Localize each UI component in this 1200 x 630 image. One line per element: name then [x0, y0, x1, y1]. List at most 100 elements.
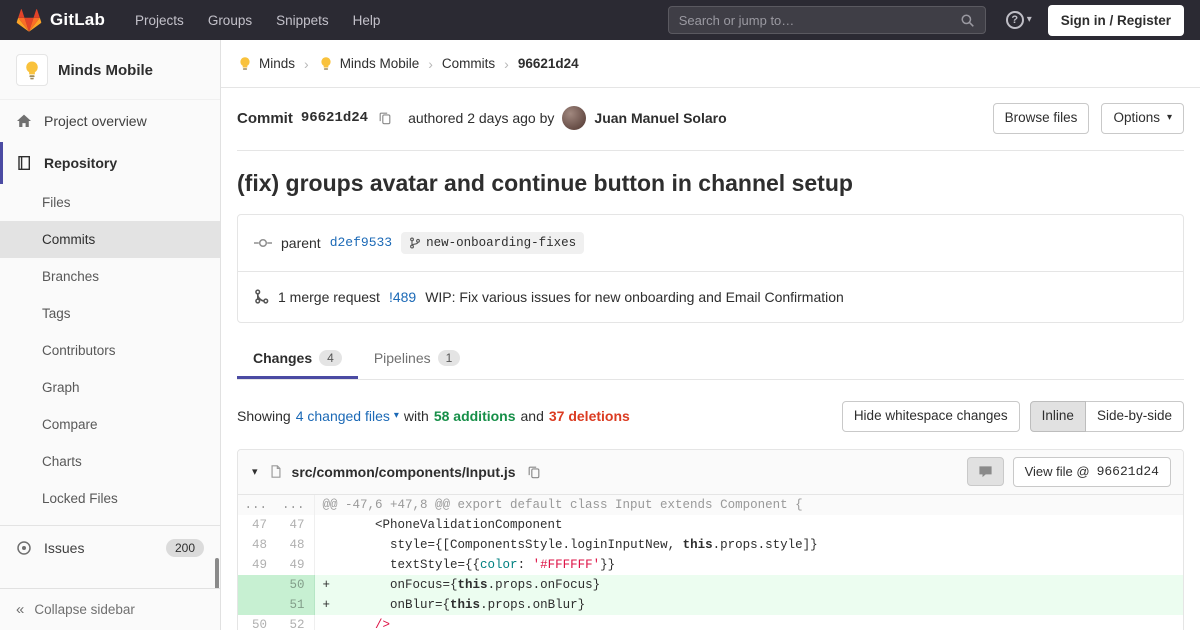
search-box[interactable] — [668, 6, 986, 34]
group-avatar-icon — [237, 56, 253, 72]
tab-pipelines-label: Pipelines — [374, 350, 431, 366]
comment-icon — [978, 464, 993, 479]
diff-file-path[interactable]: src/common/components/Input.js — [292, 464, 516, 480]
nav-projects[interactable]: Projects — [123, 7, 196, 34]
code-segment: textStyle={{ — [330, 558, 480, 572]
code-segment: color — [480, 558, 518, 572]
code-segment: onFocus={ — [330, 578, 458, 592]
tab-pipelines[interactable]: Pipelines 1 — [358, 337, 477, 379]
collapse-sidebar-button[interactable]: « Collapse sidebar — [0, 588, 220, 630]
code-segment: this — [683, 538, 713, 552]
project-avatar — [16, 54, 48, 86]
new-line-number[interactable]: 49 — [276, 555, 314, 575]
mr-title: WIP: Fix various issues for new onboardi… — [425, 289, 844, 305]
changed-files-dropdown[interactable]: 4 changed files ▾ — [296, 408, 399, 424]
view-mode-group: Inline Side-by-side — [1030, 401, 1184, 432]
merge-request-row: 1 merge request !489 WIP: Fix various is… — [238, 271, 1183, 322]
gitlab-logo[interactable]: GitLab — [16, 8, 105, 33]
new-line-number[interactable]: 48 — [276, 535, 314, 555]
options-label: Options — [1113, 111, 1160, 126]
sidebar-item-label: Project overview — [44, 113, 147, 129]
copy-file-path-button[interactable] — [525, 463, 543, 481]
sidebar-item-label: Repository — [44, 155, 117, 171]
additions-count: 58 additions — [434, 408, 516, 424]
diff-view-controls: Hide whitespace changes Inline Side-by-s… — [842, 401, 1184, 432]
authored-text: authored 2 days ago by — [408, 110, 554, 126]
sidebar-item-issues[interactable]: Issues 200 — [0, 526, 220, 570]
sidebar-project-link[interactable]: Minds Mobile — [0, 40, 220, 100]
new-line-number[interactable]: 52 — [276, 615, 314, 630]
old-line-number[interactable] — [238, 575, 276, 595]
sidebar-item-contributors[interactable]: Contributors — [0, 332, 220, 369]
old-line-number[interactable]: 49 — [238, 555, 276, 575]
code-segment: /> — [375, 618, 390, 630]
branch-ref-badge[interactable]: new-onboarding-fixes — [401, 232, 584, 254]
navbar-links: Projects Groups Snippets Help — [123, 7, 392, 34]
author-name[interactable]: Juan Manuel Solaro — [594, 110, 726, 126]
with-text: with — [404, 408, 429, 424]
sidebar-item-compare[interactable]: Compare — [0, 406, 220, 443]
view-file-sha: 96621d24 — [1097, 465, 1159, 479]
merge-request-icon — [254, 289, 269, 304]
old-line-number[interactable] — [238, 595, 276, 615]
old-line-number[interactable]: 48 — [238, 535, 276, 555]
search-icon[interactable] — [960, 13, 975, 28]
author-avatar — [562, 106, 586, 130]
copy-sha-button[interactable] — [376, 109, 394, 127]
new-line-number[interactable]: 51 — [276, 595, 314, 615]
sidebar-item-graph[interactable]: Graph — [0, 369, 220, 406]
side-by-side-view-button[interactable]: Side-by-side — [1086, 401, 1184, 432]
nav-snippets[interactable]: Snippets — [264, 7, 341, 34]
breadcrumb-group[interactable]: Minds — [237, 56, 295, 72]
toggle-comments-button[interactable] — [967, 457, 1004, 486]
old-line-number[interactable]: 50 — [238, 615, 276, 630]
diff-sign: + — [323, 598, 331, 612]
commit-meta-box: parent d2ef9533 new-onboarding-fixes — [237, 214, 1184, 323]
diff-code-line: style={[ComponentsStyle.loginInputNew, t… — [314, 535, 1183, 555]
tab-changes[interactable]: Changes 4 — [237, 337, 358, 379]
new-line-number[interactable]: 50 — [276, 575, 314, 595]
collapse-diff-icon[interactable]: ▾ — [250, 463, 260, 480]
new-line-number[interactable]: ... — [276, 495, 314, 515]
sidebar-item-branches[interactable]: Branches — [0, 258, 220, 295]
copy-icon — [378, 111, 392, 125]
breadcrumb-separator: › — [304, 56, 309, 72]
sidebar-item-files[interactable]: Files — [0, 184, 220, 221]
mr-ref-link[interactable]: !489 — [389, 289, 416, 305]
search-input[interactable] — [679, 13, 952, 28]
diff-code-line: + onBlur={this.props.onBlur} — [314, 595, 1183, 615]
nav-help[interactable]: Help — [341, 7, 393, 34]
tab-changes-count: 4 — [319, 350, 342, 366]
browse-files-button[interactable]: Browse files — [993, 103, 1090, 134]
diff-code-line: textStyle={{color: '#FFFFFF'}} — [314, 555, 1183, 575]
sidebar-item-repository[interactable]: Repository — [0, 142, 220, 184]
breadcrumb-commits[interactable]: Commits — [442, 56, 495, 71]
code-segment: <PhoneValidationComponent — [330, 518, 563, 532]
commit-sha: 96621d24 — [301, 110, 368, 126]
parent-label: parent — [281, 235, 321, 251]
sidebar-item-project-overview[interactable]: Project overview — [0, 100, 220, 142]
sidebar-item-label: Issues — [44, 540, 84, 556]
branch-ref-label: new-onboarding-fixes — [426, 236, 576, 250]
breadcrumb-project[interactable]: Minds Mobile — [318, 56, 420, 72]
old-line-number[interactable]: ... — [238, 495, 276, 515]
sidebar-item-tags[interactable]: Tags — [0, 295, 220, 332]
code-segment: : — [518, 558, 533, 572]
nav-groups[interactable]: Groups — [196, 7, 264, 34]
sidebar-item-locked-files[interactable]: Locked Files — [0, 480, 220, 517]
tab-pipelines-count: 1 — [438, 350, 461, 366]
sidebar-item-charts[interactable]: Charts — [0, 443, 220, 480]
sign-in-button[interactable]: Sign in / Register — [1048, 5, 1184, 36]
hide-whitespace-button[interactable]: Hide whitespace changes — [842, 401, 1020, 432]
options-button[interactable]: Options ▾ — [1101, 103, 1184, 134]
repository-subnav: Files Commits Branches Tags Contributors… — [0, 184, 220, 517]
old-line-number[interactable]: 47 — [238, 515, 276, 535]
sidebar-item-commits[interactable]: Commits — [0, 221, 220, 258]
inline-view-button[interactable]: Inline — [1030, 401, 1086, 432]
help-icon: ? — [1006, 11, 1024, 29]
new-line-number[interactable]: 47 — [276, 515, 314, 535]
view-file-button[interactable]: View file @ 96621d24 — [1013, 457, 1171, 487]
parent-sha-link[interactable]: d2ef9533 — [330, 235, 392, 250]
help-menu[interactable]: ? ▾ — [1006, 11, 1032, 29]
breadcrumb-project-label: Minds Mobile — [340, 56, 420, 71]
